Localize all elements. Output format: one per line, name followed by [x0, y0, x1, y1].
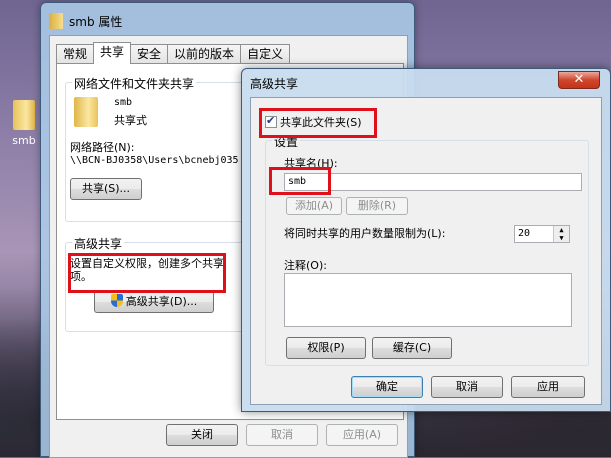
user-limit-spinner[interactable]: 20 ▲ ▼: [514, 225, 570, 243]
folder-icon: [13, 100, 35, 130]
desktop-folder-label: smb: [12, 134, 36, 147]
network-path-label: 网络路径(N):: [70, 141, 135, 154]
share-folder-checkbox[interactable]: 共享此文件夹(S): [265, 114, 362, 130]
network-share-group-title: 网络文件和文件夹共享: [72, 75, 197, 92]
cancel-button[interactable]: 取消: [246, 424, 318, 446]
advanced-share-description-cont: 项。: [70, 270, 92, 283]
settings-group: 设置 共享名(H): smb 添加(A) 删除(R) 将同时共享的用户数量限制为…: [265, 133, 589, 366]
share-button[interactable]: 共享(S)...: [70, 178, 142, 200]
dialog-apply-button[interactable]: 应用: [511, 376, 585, 398]
apply-button[interactable]: 应用(A): [326, 424, 398, 446]
advanced-sharing-dialog: 高级共享 ✕ 共享此文件夹(S) 设置 共享名(H): smb 添加(A) 删除…: [241, 68, 611, 412]
folder-icon: [74, 97, 98, 127]
tab-security[interactable]: 安全: [130, 44, 169, 64]
dialog-title: 高级共享: [250, 77, 299, 91]
advanced-share-button-label: 高级共享(D)...: [125, 295, 198, 308]
comment-textarea[interactable]: [284, 273, 572, 327]
tab-previous-versions[interactable]: 以前的版本: [167, 44, 242, 64]
folder-share-state: 共享式: [114, 114, 147, 127]
user-limit-label: 将同时共享的用户数量限制为(L):: [284, 227, 446, 240]
add-button[interactable]: 添加(A): [286, 197, 342, 215]
uac-shield-icon: [110, 294, 123, 307]
dialog-cancel-button[interactable]: 取消: [431, 376, 503, 398]
spinner-arrows-icon[interactable]: ▲ ▼: [553, 226, 569, 242]
network-path-value: \\BCN-BJ0358\Users\bcnebj035: [70, 155, 239, 166]
dialog-client: 共享此文件夹(S) 设置 共享名(H): smb 添加(A) 删除(R) 将同时…: [250, 97, 602, 405]
advanced-share-description: 设置自定义权限，创建多个共享: [70, 257, 224, 270]
advanced-share-group-title: 高级共享: [72, 235, 125, 252]
tab-general[interactable]: 常规: [56, 44, 95, 64]
folder-icon: [49, 13, 63, 29]
user-limit-value: 20: [518, 228, 531, 239]
settings-group-title: 设置: [272, 133, 301, 150]
checkbox-checked-icon: [265, 114, 277, 128]
comment-label: 注释(O):: [284, 259, 327, 272]
close-button[interactable]: 关闭: [166, 424, 238, 446]
ok-button[interactable]: 确定: [351, 376, 423, 398]
close-icon[interactable]: ✕: [558, 71, 600, 89]
share-folder-checkbox-label: 共享此文件夹(S): [280, 116, 362, 129]
properties-title-bar: smb 属性: [49, 11, 122, 31]
tab-customize[interactable]: 自定义: [240, 44, 291, 64]
folder-name: smb: [114, 97, 133, 108]
window-title: smb 属性: [69, 14, 123, 29]
share-name-label: 共享名(H):: [284, 157, 338, 170]
tab-sharing[interactable]: 共享: [93, 42, 132, 64]
desktop-folder-icon[interactable]: smb: [6, 100, 42, 147]
tab-strip: 常规 共享 安全 以前的版本 自定义: [56, 42, 291, 64]
remove-button[interactable]: 删除(R): [346, 197, 408, 215]
permissions-button[interactable]: 权限(P): [286, 337, 366, 359]
cache-button[interactable]: 缓存(C): [372, 337, 452, 359]
advanced-share-button[interactable]: 高级共享(D)...: [94, 291, 214, 313]
share-name-input[interactable]: smb: [284, 173, 582, 191]
